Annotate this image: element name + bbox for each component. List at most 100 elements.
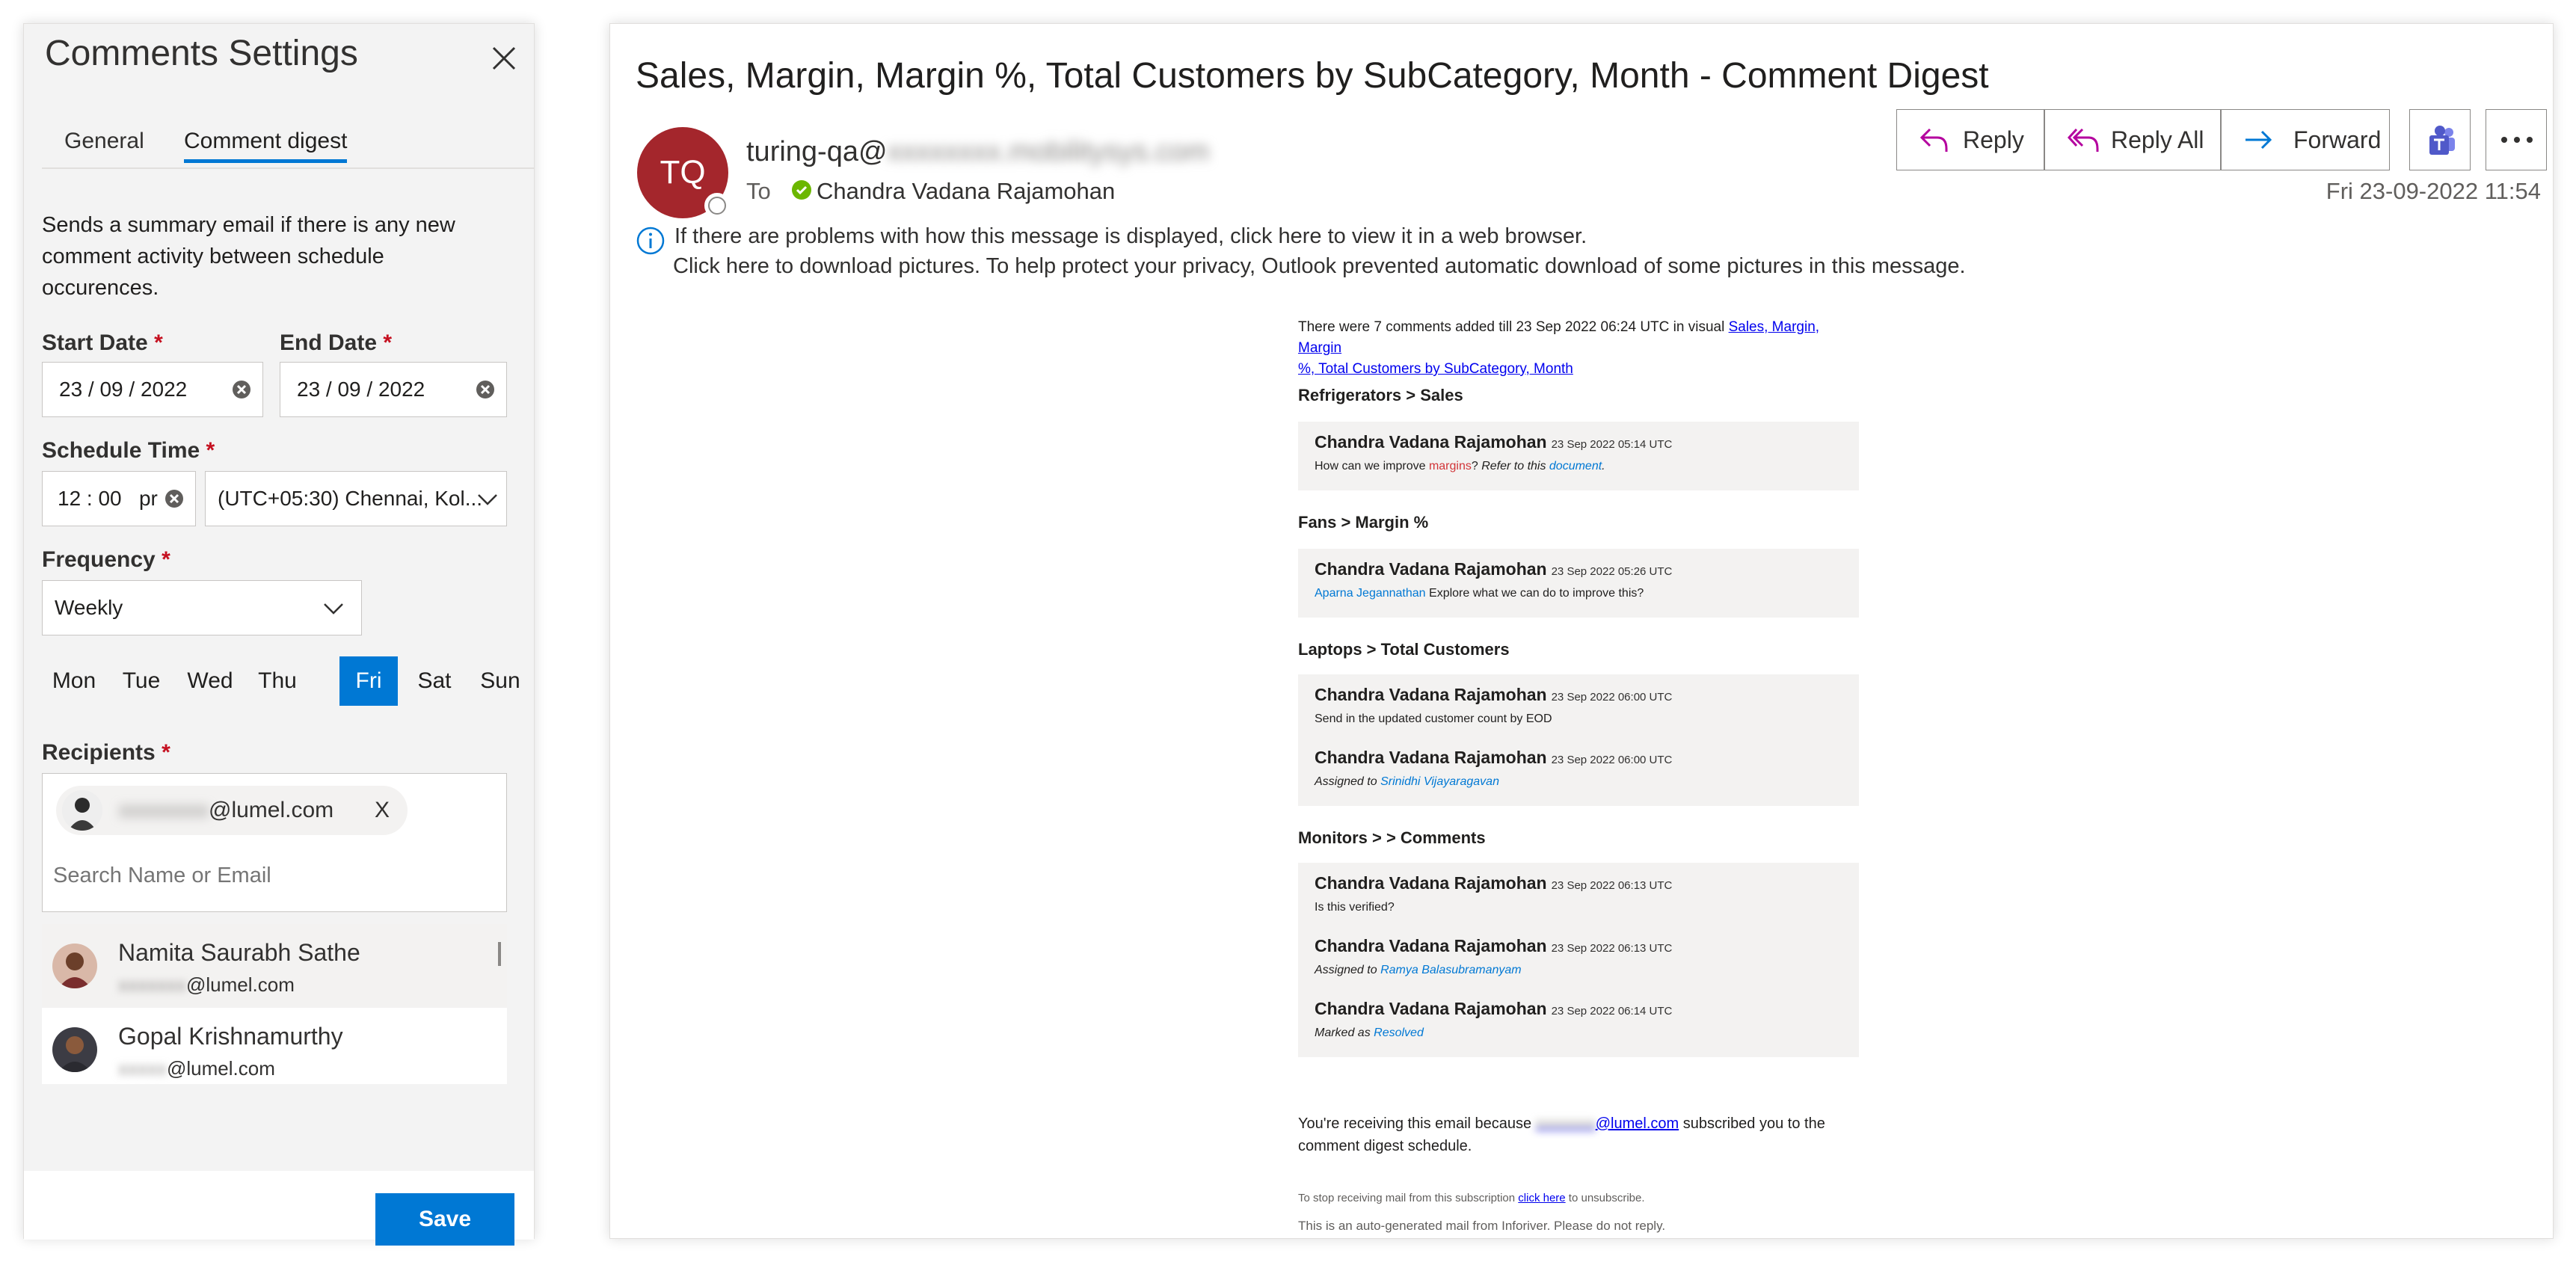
avatar (52, 944, 97, 988)
auto-generated-note: This is an auto-generated mail from Info… (1298, 1219, 1666, 1233)
day-wed[interactable]: Wed (176, 656, 244, 706)
comment-text: Aparna Jegannathan Explore what we can d… (1315, 587, 1644, 600)
frequency-value: Weekly (55, 596, 123, 619)
mention-link[interactable]: Srinidhi Vijayaragavan (1380, 775, 1499, 788)
avatar (62, 790, 102, 831)
day-fri[interactable]: Fri (339, 656, 398, 706)
settings-tabs: General Comment digest (42, 106, 534, 169)
download-pictures-notice[interactable]: Click here to download pictures. To help… (673, 254, 1966, 279)
presence-icon (704, 193, 730, 218)
timezone-select[interactable]: (UTC+05:30) Chennai, Kol... (205, 471, 507, 526)
start-date-label: Start Date * (42, 330, 163, 355)
clear-icon[interactable] (475, 379, 496, 400)
comment-item: Chandra Vadana Rajamohan 23 Sep 2022 06:0… (1315, 685, 1672, 726)
reply-button[interactable]: Reply (1896, 109, 2044, 170)
suggestion-email: xxxxx@lumel.com (118, 1057, 275, 1080)
comment-text: Marked as Resolved (1315, 1026, 1424, 1039)
chevron-down-icon (478, 494, 497, 505)
recipient-suggestions: Namita Saurabh Sathe xxxxxxx@lumel.com G… (42, 924, 507, 1084)
day-thu[interactable]: Thu (245, 656, 310, 706)
unsubscribe-notice: To stop receiving mail from this subscri… (1298, 1192, 1645, 1204)
subscription-reason: You're receiving this email because xxxx… (1298, 1115, 1825, 1154)
comment-time: 23 Sep 2022 06:14 UTC (1551, 1005, 1673, 1018)
comments-settings-panel: Comments Settings General Comment digest… (23, 23, 535, 1246)
suggestion-name: Gopal Krishnamurthy (118, 1023, 343, 1050)
comment-author: Chandra Vadana Rajamohan (1315, 432, 1547, 452)
teams-button[interactable] (2409, 109, 2471, 170)
start-date-field[interactable]: 23 / 09 / 2022 (42, 362, 263, 417)
comment-author: Chandra Vadana Rajamohan (1315, 748, 1547, 767)
clear-icon[interactable] (231, 379, 252, 400)
timezone-value: (UTC+05:30) Chennai, Kol... (218, 487, 483, 510)
message-date: Fri 23-09-2022 11:54 (2326, 178, 2541, 204)
section-heading: Laptops > Total Customers (1298, 640, 1510, 659)
mention-link[interactable]: Ramya Balasubramanyam (1380, 964, 1522, 976)
mention-link[interactable]: Aparna Jegannathan (1315, 587, 1426, 600)
day-sun[interactable]: Sun (468, 656, 532, 706)
comment-text: How can we improve margins? Refer to thi… (1315, 460, 1605, 473)
day-tue[interactable]: Tue (109, 656, 173, 706)
save-button[interactable]: Save (375, 1193, 514, 1246)
search-input[interactable] (53, 864, 487, 888)
schedule-time-value: 12 : 00 pr (58, 487, 158, 510)
document-link[interactable]: document (1549, 460, 1602, 473)
end-date-field[interactable]: 23 / 09 / 2022 (280, 362, 507, 417)
comment-time: 23 Sep 2022 06:00 UTC (1551, 754, 1673, 766)
recipients-field[interactable]: xxxxxxxx@lumel.com X (42, 773, 507, 912)
comment-item: Chandra Vadana Rajamohan 23 Sep 2022 06:0… (1315, 748, 1672, 789)
info-icon (636, 227, 665, 255)
end-date-value: 23 / 09 / 2022 (297, 378, 425, 401)
recipient-chip: xxxxxxxx@lumel.com X (56, 786, 408, 835)
suggestion-name: Namita Saurabh Sathe (118, 939, 360, 966)
schedule-time-field[interactable]: 12 : 00 pr (42, 471, 196, 526)
suggestion-email: xxxxxxx@lumel.com (118, 973, 295, 996)
panel-footer: Save (24, 1171, 534, 1246)
comment-text: Is this verified? (1315, 901, 1395, 914)
more-icon (2501, 137, 2533, 143)
comment-text: Assigned to Ramya Balasubramanyam (1315, 964, 1522, 976)
suggestion-item[interactable]: Namita Saurabh Sathe xxxxxxx@lumel.com (42, 924, 507, 1008)
comment-time: 23 Sep 2022 06:00 UTC (1551, 691, 1673, 704)
more-button[interactable] (2486, 109, 2547, 170)
section-heading: Refrigerators > Sales (1298, 386, 1463, 404)
digest-intro: There were 7 comments added till 23 Sep … (1298, 319, 1820, 377)
reply-all-label: Reply All (2111, 126, 2204, 153)
comment-item: Chandra Vadana Rajamohan 23 Sep 2022 05:2… (1315, 559, 1672, 600)
comment-time: 23 Sep 2022 06:13 UTC (1551, 942, 1673, 955)
comment-group: Chandra Vadana Rajamohan 23 Sep 2022 06:1… (1298, 863, 1859, 1057)
frequency-select[interactable]: Weekly (42, 580, 362, 635)
reply-all-button[interactable]: Reply All (2044, 109, 2221, 170)
recipients-label: Recipients * (42, 740, 170, 765)
section-heading: Fans > Margin % (1298, 513, 1429, 532)
tab-general[interactable]: General (64, 129, 144, 154)
day-sat[interactable]: Sat (401, 656, 468, 706)
subscriber-email-link[interactable]: xxxxxxxx@lumel.com (1536, 1115, 1679, 1132)
unsubscribe-link[interactable]: click here (1518, 1192, 1565, 1204)
display-problem-notice[interactable]: If there are problems with how this mess… (674, 224, 1587, 249)
comment-time: 23 Sep 2022 05:26 UTC (1551, 565, 1673, 578)
suggestion-item[interactable]: Gopal Krishnamurthy xxxxx@lumel.com (42, 1008, 507, 1084)
close-icon[interactable] (491, 45, 517, 72)
comment-item: Chandra Vadana Rajamohan 23 Sep 2022 05:1… (1315, 432, 1672, 473)
clear-icon[interactable] (164, 488, 185, 509)
recipient-name[interactable]: Chandra Vadana Rajamohan (817, 178, 1115, 205)
visual-link[interactable]: %, Total Customers by SubCategory, Month (1298, 361, 1573, 377)
comment-time: 23 Sep 2022 05:14 UTC (1551, 438, 1673, 451)
forward-button[interactable]: Forward (2221, 109, 2390, 170)
forward-icon (2245, 130, 2272, 150)
scrollbar[interactable] (498, 942, 501, 966)
presence-check-icon (792, 180, 811, 200)
chevron-down-icon (324, 603, 343, 615)
recipient-email: xxxxxxxx@lumel.com (119, 798, 334, 822)
start-date-value: 23 / 09 / 2022 (59, 378, 188, 401)
comment-item: Chandra Vadana Rajamohan 23 Sep 2022 06:1… (1315, 999, 1672, 1040)
tab-comment-digest[interactable]: Comment digest (184, 129, 348, 163)
remove-recipient-button[interactable]: X (375, 786, 390, 835)
day-mon[interactable]: Mon (42, 656, 106, 706)
comment-group: Chandra Vadana Rajamohan 23 Sep 2022 05:2… (1298, 549, 1859, 618)
sender-address[interactable]: turing-qa@xxxxxxxx.mobilitysys.com (746, 136, 1209, 168)
comment-group: Chandra Vadana Rajamohan 23 Sep 2022 06:0… (1298, 674, 1859, 806)
schedule-time-label: Schedule Time * (42, 438, 215, 463)
status-link[interactable]: Resolved (1374, 1026, 1424, 1039)
comment-item: Chandra Vadana Rajamohan 23 Sep 2022 06:1… (1315, 936, 1672, 977)
